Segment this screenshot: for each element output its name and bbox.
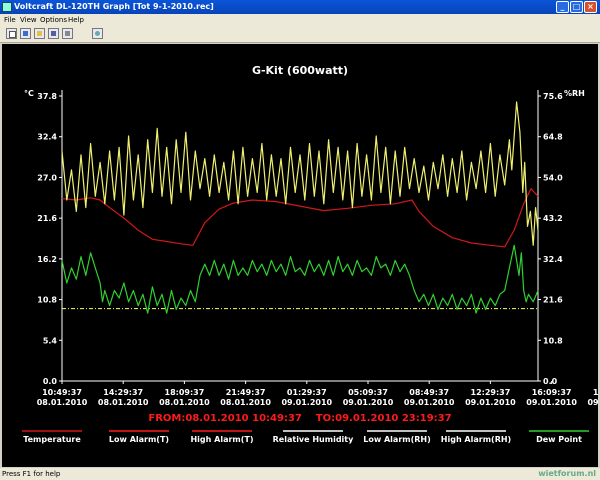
print-icon[interactable] bbox=[62, 28, 73, 39]
left-tick-label: 0.0 bbox=[43, 377, 58, 386]
chart-svg: G-Kit (600watt) °C %RH 37.8 75.6 32.4 64.8 2… bbox=[22, 64, 600, 444]
date-range-label: FROM:08.01.2010 10:49:37 TO:09.01.2010 2… bbox=[148, 413, 451, 424]
right-axis-unit: %RH bbox=[564, 89, 585, 98]
right-tick-label: 21.6 bbox=[543, 296, 563, 305]
left-tick-label: 32.4 bbox=[37, 133, 57, 142]
x-tick-date: 08.01.2010 bbox=[159, 398, 210, 407]
right-tick-label: 54.0 bbox=[543, 173, 563, 182]
toolbar bbox=[0, 26, 600, 43]
x-tick-time: 14:29:37 bbox=[103, 388, 143, 397]
x-tick-time: 19:49:37 bbox=[593, 388, 598, 397]
axes bbox=[61, 90, 539, 382]
x-tick-time: 01:29:37 bbox=[287, 388, 327, 397]
right-tick-label: 10.8 bbox=[543, 336, 563, 345]
x-tick-date: 09.01.2010 bbox=[526, 398, 577, 407]
close-button[interactable]: × bbox=[584, 1, 597, 13]
left-tick-label: 21.6 bbox=[37, 214, 57, 223]
right-tick-label: 75.6 bbox=[543, 92, 563, 101]
folder-icon[interactable] bbox=[34, 28, 45, 39]
maximize-button[interactable]: □ bbox=[570, 1, 583, 13]
left-tick-label: 37.8 bbox=[37, 92, 57, 101]
zoom-icon[interactable] bbox=[92, 28, 103, 39]
title-bar: Voltcraft DL-120TH Graph [Tot 9-1-2010.r… bbox=[0, 0, 600, 14]
x-tick-time: 16:09:37 bbox=[532, 388, 572, 397]
watermark: wietforum.nl bbox=[538, 469, 596, 478]
menu-options[interactable]: Options bbox=[40, 14, 67, 26]
left-tick-label: 10.8 bbox=[37, 296, 57, 305]
app-icon bbox=[2, 2, 12, 12]
series-layer bbox=[61, 101, 539, 314]
window-title: Voltcraft DL-120TH Graph [Tot 9-1-2010.r… bbox=[14, 2, 214, 11]
left-axis-unit: °C bbox=[24, 89, 34, 98]
x-tick-date: 08.01.2010 bbox=[37, 398, 88, 407]
menu-help[interactable]: Help bbox=[68, 14, 84, 26]
x-tick-time: 10:49:37 bbox=[42, 388, 82, 397]
legend-label: Low Alarm(RH) bbox=[363, 435, 431, 444]
x-tick-date: 08.01.2010 bbox=[220, 398, 271, 407]
graph-panel: G-Kit (600watt) °C %RH 37.8 75.6 32.4 64.8 2… bbox=[2, 44, 600, 467]
left-tick-label: 16.2 bbox=[37, 255, 57, 264]
left-tick-label: 27.0 bbox=[37, 173, 57, 182]
legend-label: Temperature bbox=[23, 435, 81, 444]
menu-bar: File View Options Help bbox=[0, 14, 600, 26]
legend-label: High Alarm(T) bbox=[190, 435, 253, 444]
legend: Temperature Low Alarm(T) High Alarm(T) Rela… bbox=[22, 430, 589, 444]
x-tick-time: 21:49:37 bbox=[226, 388, 266, 397]
x-tick-time: 18:09:37 bbox=[165, 388, 205, 397]
right-tick-label: 0.0 bbox=[543, 377, 558, 386]
right-tick-label: 43.2 bbox=[543, 214, 563, 223]
left-tick-label: 5.4 bbox=[43, 336, 58, 345]
status-bar: Press F1 for help wietforum.nl bbox=[0, 468, 600, 480]
humidity-line bbox=[61, 101, 539, 246]
x-tick-date: 09.01.2010 bbox=[465, 398, 516, 407]
x-tick-time: 05:09:37 bbox=[348, 388, 388, 397]
x-tick-time: 12:29:37 bbox=[471, 388, 511, 397]
x-tick-date: 09.01.2010 bbox=[343, 398, 394, 407]
chart-title: G-Kit (600watt) bbox=[252, 64, 348, 77]
new-icon[interactable] bbox=[6, 28, 17, 39]
legend-label: Relative Humidity bbox=[273, 435, 354, 444]
save-icon[interactable] bbox=[48, 28, 59, 39]
minimize-button[interactable]: _ bbox=[556, 1, 569, 13]
menu-file[interactable]: File bbox=[4, 14, 16, 26]
x-tick-date: 09.01.2010 bbox=[587, 398, 598, 407]
x-tick-date: 09.01.2010 bbox=[404, 398, 455, 407]
right-tick-label: 32.4 bbox=[543, 255, 563, 264]
legend-label: Dew Point bbox=[536, 435, 582, 444]
open-icon[interactable] bbox=[20, 28, 31, 39]
legend-label: Low Alarm(T) bbox=[109, 435, 169, 444]
x-tick-date: 08.01.2010 bbox=[98, 398, 149, 407]
status-text: Press F1 for help bbox=[2, 470, 61, 478]
x-tick-date: 09.01.2010 bbox=[281, 398, 332, 407]
menu-view[interactable]: View bbox=[20, 14, 37, 26]
legend-label: High Alarm(RH) bbox=[441, 435, 511, 444]
right-tick-label: 64.8 bbox=[543, 133, 563, 142]
dewpoint-line bbox=[61, 244, 539, 314]
x-tick-time: 08:49:37 bbox=[409, 388, 449, 397]
